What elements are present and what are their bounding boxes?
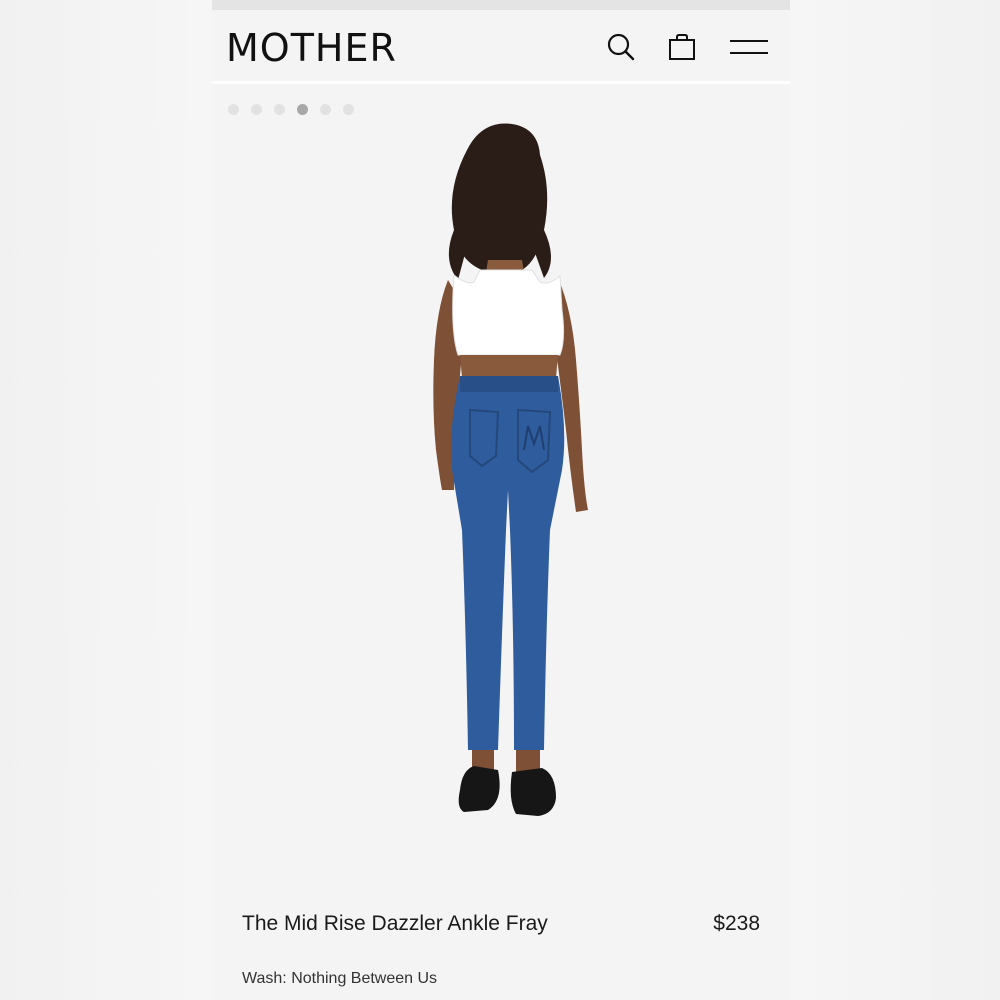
site-header: MOTHER (212, 10, 790, 84)
product-image[interactable] (362, 110, 652, 830)
left-backdrop (0, 0, 212, 1000)
gallery-dot[interactable] (320, 104, 331, 115)
mobile-viewport: MOTHER The Mid Rise Dazzler Ankle Fray $… (212, 0, 790, 1000)
wash-label: Wash: Nothing Between Us (242, 970, 438, 987)
gallery-dot-active[interactable] (297, 104, 308, 115)
status-strip (212, 0, 790, 10)
gallery-dot[interactable] (343, 104, 354, 115)
right-backdrop (790, 0, 1000, 1000)
gallery-pagination (228, 104, 354, 115)
gallery-dot[interactable] (251, 104, 262, 115)
product-title: The Mid Rise Dazzler Ankle Fray (242, 912, 548, 935)
gallery-dot[interactable] (228, 104, 239, 115)
search-icon[interactable] (606, 32, 636, 62)
bag-icon[interactable] (667, 32, 697, 62)
brand-logo[interactable]: MOTHER (226, 26, 397, 70)
menu-icon[interactable] (728, 32, 770, 62)
gallery-dot[interactable] (274, 104, 285, 115)
product-price: $238 (713, 912, 760, 935)
